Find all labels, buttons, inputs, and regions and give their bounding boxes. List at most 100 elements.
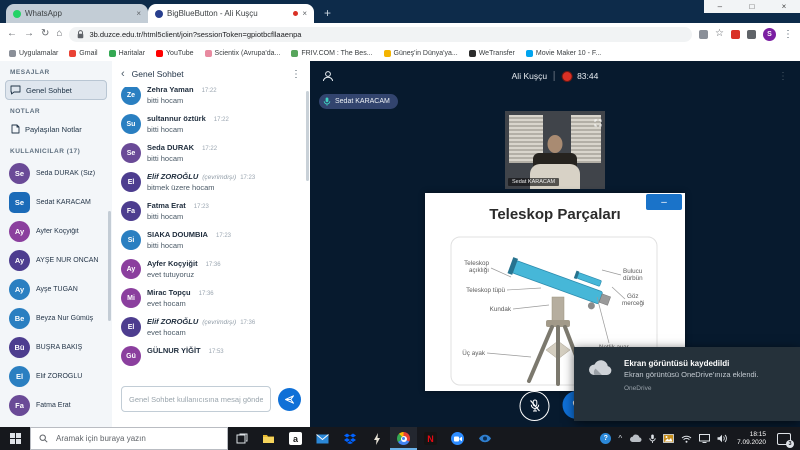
chat-message-input[interactable] bbox=[121, 386, 271, 412]
extensions-puzzle-icon[interactable] bbox=[747, 30, 756, 39]
user-list-item[interactable]: Se Sedat KARACAM bbox=[0, 188, 112, 217]
bookmark-item[interactable]: Haritalar bbox=[109, 50, 145, 57]
user-list-item[interactable]: Ay AYŞE NUR ÖNCAN bbox=[0, 246, 112, 275]
unmute-microphone-button[interactable] bbox=[520, 391, 550, 421]
chat-message-list[interactable]: Ay bitti hocam bbox=[112, 87, 310, 379]
user-name: AYŞE NUR ÖNCAN bbox=[36, 257, 99, 264]
user-list-item[interactable]: Se Seda DURAK (Siz) bbox=[0, 159, 112, 188]
bookmark-item[interactable]: Güneş'in Dünya'ya... bbox=[384, 50, 458, 57]
tray-wifi-icon[interactable] bbox=[681, 435, 692, 443]
bookmark-star-icon[interactable]: ☆ bbox=[715, 29, 724, 39]
tray-display-icon[interactable] bbox=[699, 434, 710, 443]
bookmark-item[interactable]: Gmail bbox=[69, 50, 97, 57]
message-time: 17:22 bbox=[214, 117, 229, 123]
browser-address-bar: ← → ↻ ⌂ 3b.duzce.edu.tr/html5client/join… bbox=[0, 23, 800, 45]
meeting-options-menu-icon[interactable]: ⋮ bbox=[778, 71, 788, 82]
chat-bubble-icon bbox=[10, 85, 21, 95]
notification-count-badge: 3 bbox=[786, 440, 794, 448]
minimize-presentation-button[interactable]: – bbox=[646, 194, 682, 210]
user-list-item[interactable]: Ay Ayşe TUGAN bbox=[0, 275, 112, 304]
chat-message: El Elif ZOROĞLU (çevrimdışı) 17:23 bitme… bbox=[121, 172, 300, 192]
chat-message: Se Seda DURAK 17:22 bitti hocam bbox=[121, 143, 300, 163]
chat-back-icon[interactable]: ‹ bbox=[121, 68, 125, 80]
forward-icon[interactable]: → bbox=[24, 29, 34, 39]
media-extension-icon[interactable] bbox=[699, 30, 708, 39]
bookmark-item[interactable]: Uygulamalar bbox=[9, 50, 58, 57]
chat-message: Fa Fatma Erat 17:23 bitti hocam bbox=[121, 201, 300, 221]
taskbar-app-file-explorer[interactable] bbox=[255, 427, 282, 450]
profile-avatar[interactable]: S bbox=[763, 28, 776, 41]
send-message-button[interactable] bbox=[278, 388, 301, 411]
sidebar-scrollbar[interactable] bbox=[108, 211, 111, 321]
tray-chevron-up-icon[interactable]: ^ bbox=[618, 435, 622, 443]
bookmark-item[interactable]: YouTube bbox=[156, 50, 194, 57]
taskbar-app-amazon[interactable]: a bbox=[282, 427, 309, 450]
sidebar-item-public-chat[interactable]: Genel Sohbet bbox=[5, 80, 107, 100]
user-list-item[interactable]: Ay Ayfer Koçyiğit bbox=[0, 217, 112, 246]
user-avatar: Se bbox=[9, 192, 30, 213]
reload-icon[interactable]: ↻ bbox=[41, 29, 49, 39]
taskbar-app-task-view[interactable] bbox=[228, 427, 255, 450]
message-author: Fatma Erat bbox=[147, 201, 186, 210]
chat-scrollbar[interactable] bbox=[306, 91, 309, 181]
manage-users-icon[interactable] bbox=[322, 70, 334, 82]
tray-onedrive-icon[interactable] bbox=[629, 434, 642, 443]
active-talker-pill[interactable]: Sedat KARACAM bbox=[319, 94, 398, 109]
taskbar-app-chrome[interactable] bbox=[390, 427, 417, 450]
new-tab-button[interactable]: + bbox=[324, 6, 331, 20]
start-button[interactable] bbox=[0, 427, 30, 450]
meeting-header: Ali Kuşçu 83:44 ⋮ bbox=[310, 61, 800, 91]
url-bar[interactable]: 3b.duzce.edu.tr/html5client/join?session… bbox=[69, 27, 692, 42]
scientix-icon bbox=[205, 50, 212, 57]
help-icon[interactable]: ? bbox=[600, 433, 611, 444]
taskbar-app-zoom[interactable] bbox=[444, 427, 471, 450]
fullscreen-icon[interactable] bbox=[594, 114, 602, 132]
bookmark-item[interactable]: WeTransfer bbox=[469, 50, 515, 57]
chat-header: ‹ Genel Sohbet ⋮ bbox=[112, 61, 310, 87]
user-list-item[interactable]: El Elif ZOROĞLU bbox=[0, 362, 112, 391]
url-text: 3b.duzce.edu.tr/html5client/join?session… bbox=[89, 30, 301, 39]
browser-menu-icon[interactable]: ⋮ bbox=[783, 29, 793, 40]
bookmark-item[interactable]: Movie Maker 10 - F... bbox=[526, 50, 601, 57]
user-list-item[interactable]: Be Beyza Nur Gümüş bbox=[0, 304, 112, 333]
message-time: 17:22 bbox=[202, 88, 217, 94]
taskbar-app-lightning[interactable] bbox=[363, 427, 390, 450]
sidebar-item-shared-notes[interactable]: Paylaşılan Notlar bbox=[5, 119, 107, 140]
message-time: 17:22 bbox=[202, 146, 217, 152]
user-name: Seda DURAK (Siz) bbox=[36, 170, 95, 177]
minimize-button[interactable]: – bbox=[718, 2, 722, 11]
webcam-video[interactable]: Sedat KARACAM bbox=[505, 111, 605, 189]
tab-close-icon[interactable]: × bbox=[136, 9, 141, 18]
bookmark-item[interactable]: FRIV.COM : The Bes... bbox=[291, 50, 372, 57]
chat-menu-icon[interactable]: ⋮ bbox=[291, 69, 301, 80]
bookmark-item[interactable]: Scientix (Avrupa'da... bbox=[205, 50, 281, 57]
tray-photos-icon[interactable] bbox=[663, 434, 674, 443]
tab-whatsapp[interactable]: WhatsApp × bbox=[6, 4, 148, 23]
close-button[interactable]: × bbox=[782, 2, 787, 11]
messages-section-header: MESAJLAR bbox=[10, 69, 112, 76]
tab-title: WhatsApp bbox=[25, 9, 132, 18]
taskbar-app-dropbox[interactable] bbox=[336, 427, 363, 450]
taskbar-search-box[interactable] bbox=[30, 427, 228, 450]
tray-microphone-icon[interactable] bbox=[649, 434, 656, 444]
taskbar-clock[interactable]: 18:15 7.09.2020 bbox=[737, 431, 766, 447]
taskbar-app-netflix[interactable]: N bbox=[417, 427, 444, 450]
maximize-button[interactable]: □ bbox=[749, 2, 754, 11]
taskbar-app-mail[interactable] bbox=[309, 427, 336, 450]
recording-indicator[interactable]: 83:44 bbox=[562, 71, 598, 82]
tray-volume-icon[interactable] bbox=[717, 434, 727, 443]
onedrive-notification-toast[interactable]: Ekran görüntüsü kaydedildi Ekran görüntü… bbox=[574, 347, 800, 421]
taskbar-search-input[interactable] bbox=[54, 433, 208, 444]
bookmark-label: Uygulamalar bbox=[19, 50, 58, 57]
taskbar-app-eye[interactable] bbox=[471, 427, 498, 450]
user-list-item[interactable]: Fa Fatma Erat bbox=[0, 391, 112, 420]
home-icon[interactable]: ⌂ bbox=[56, 29, 62, 39]
message-author: Ayfer Koçyiğit bbox=[147, 259, 198, 268]
user-list-item[interactable]: Bü BÜŞRA BAKIŞ bbox=[0, 333, 112, 362]
tab-close-icon[interactable]: × bbox=[302, 9, 307, 18]
back-icon[interactable]: ← bbox=[7, 29, 17, 39]
action-center-button[interactable]: 3 bbox=[777, 433, 791, 445]
extension-icon[interactable] bbox=[731, 30, 740, 39]
user-avatar: Ay bbox=[9, 279, 30, 300]
tab-bigbluebutton[interactable]: BigBlueButton - Ali Kuşçu × bbox=[148, 4, 314, 23]
